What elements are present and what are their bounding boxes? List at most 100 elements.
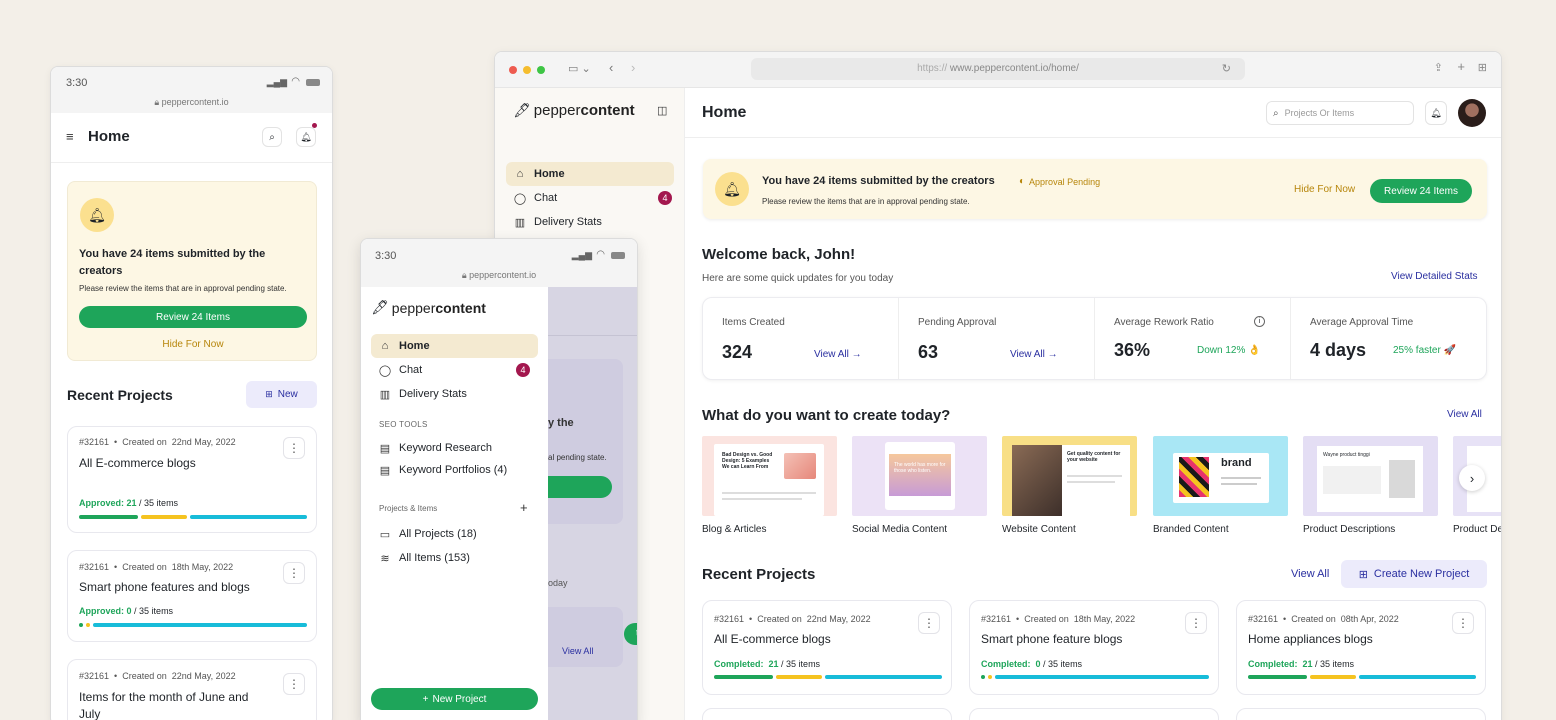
create-new-project-button[interactable]: ⊞ Create New Project — [1341, 560, 1487, 588]
lock-icon: 🔒︎ — [461, 270, 467, 280]
more-options-icon[interactable]: ⋮ — [283, 673, 305, 695]
items-view-all-link[interactable]: View All → — [814, 349, 862, 360]
content-type-blog[interactable]: Bad Design vs. Good Design: 5 Examples W… — [702, 436, 837, 535]
stat-items-created: Items Created 324 View All → — [703, 298, 899, 379]
avatar[interactable] — [1458, 99, 1486, 127]
project-card[interactable] — [702, 708, 952, 720]
recent-view-all-link[interactable]: View All — [1291, 568, 1329, 580]
url-text: peppercontent.io — [161, 97, 229, 107]
folder-icon: ▭ — [379, 528, 391, 541]
add-project-icon[interactable]: + — [520, 500, 528, 515]
new-project-button[interactable]: ⊞ New — [246, 381, 317, 408]
more-options-icon[interactable]: ⋮ — [1185, 612, 1207, 634]
logo: 🖋︎ peppercontent — [371, 299, 486, 316]
close-window-button[interactable] — [509, 66, 517, 74]
project-card[interactable]: #32161 • Created on 08th Apr, 2022 ⋮ Hom… — [1236, 600, 1486, 695]
stats-card: Items Created 324 View All → Pending App… — [702, 297, 1487, 380]
blog-thumb-text: Bad Design vs. Good Design: 5 Examples W… — [722, 452, 773, 470]
banner-subtext: Please review the items that are in appr… — [79, 284, 287, 293]
project-card[interactable] — [1236, 708, 1486, 720]
approval-banner: 🔔︎ You have 24 items submitted by the cr… — [67, 181, 317, 361]
bar-chart-icon: ▥ — [379, 388, 391, 401]
drawer-item-keyword-portfolios[interactable]: ▤ Keyword Portfolios (4) — [371, 459, 538, 481]
drawer-item-all-items[interactable]: ≋ All Items (153) — [371, 546, 538, 570]
drawer-item-delivery-stats[interactable]: ▥ Delivery Stats — [371, 382, 538, 406]
bell-icon[interactable]: 🔔︎ — [1425, 101, 1447, 125]
product-thumb-text: Wayne product tinggi — [1323, 452, 1370, 458]
page-title: Home — [702, 104, 747, 121]
url-bar[interactable]: 🔒︎ peppercontent.io — [361, 270, 637, 281]
more-options-icon[interactable]: ⋮ — [1452, 612, 1474, 634]
review-items-button[interactable]: Review 24 Items — [79, 306, 307, 328]
url-text: peppercontent.io — [469, 270, 537, 280]
more-options-icon[interactable]: ⋮ — [918, 612, 940, 634]
hide-for-now-link[interactable]: Hide For Now — [68, 339, 318, 350]
drawer-item-chat[interactable]: ◯ Chat 4 — [371, 358, 538, 382]
content-type-website[interactable]: Get quality content for your website Web… — [1002, 436, 1137, 535]
nav-drawer: 🖋︎ peppercontent ⌂ Home ◯ Chat 4 ▥ Delivery … — [361, 287, 548, 720]
content-type-social[interactable]: The world has more for those who listen.… — [852, 436, 987, 535]
view-detailed-stats-link[interactable]: View Detailed Stats — [1391, 271, 1478, 282]
bg-text-fragment: al pending state. — [548, 453, 607, 462]
content-type-label: Social Media Content — [852, 524, 948, 535]
project-card[interactable]: #32161 • Created on 22nd May, 2022 ⋮ All… — [67, 426, 317, 533]
project-card[interactable]: #32161 • Created on 18th May, 2022 ⋮ Sma… — [67, 550, 317, 642]
content-type-product[interactable]: Wayne product tinggi Product Description… — [1303, 436, 1438, 535]
folder-plus-icon: ⊞ — [1358, 568, 1368, 581]
address-bar[interactable]: https:// www.peppercontent.io/home/ ↻ — [751, 58, 1245, 80]
search-input[interactable]: ⌕ Projects Or Items — [1266, 101, 1414, 125]
new-project-button[interactable]: + New Project — [371, 688, 538, 710]
project-status: Completed: 21 / 35 items — [1248, 659, 1355, 669]
hide-for-now-link[interactable]: Hide For Now — [1294, 184, 1355, 195]
banner-heading: You have 24 items submitted by the creat… — [762, 175, 995, 187]
sidebar-toggle-icon[interactable]: ▭ ⌄ — [568, 62, 591, 75]
pending-view-all-link[interactable]: View All → — [1010, 349, 1058, 360]
project-card[interactable]: #32161 • Created on 22nd May, 2022 ⋮ All… — [702, 600, 952, 695]
sidebar-item-delivery-stats[interactable]: ▥ Delivery Stats — [506, 210, 674, 234]
sidebar-item-home[interactable]: ⌂ Home — [506, 162, 674, 186]
more-options-icon[interactable]: ⋮ — [283, 562, 305, 584]
review-items-button[interactable]: Review 24 Items — [1370, 179, 1472, 203]
recent-projects-title: Recent Projects — [702, 566, 816, 583]
collapse-sidebar-icon[interactable]: ◫ — [657, 104, 667, 117]
notification-dot — [312, 123, 317, 128]
forward-icon[interactable]: › — [631, 60, 635, 75]
drawer-item-home[interactable]: ⌂ Home — [371, 334, 538, 358]
project-title: Home appliances blogs — [1248, 632, 1373, 646]
drawer-item-all-projects[interactable]: ▭ All Projects (18) — [371, 522, 538, 546]
search-icon: ⌕ — [1273, 107, 1279, 119]
bell-icon[interactable]: 🔔︎ — [296, 127, 316, 147]
minimize-window-button[interactable] — [523, 66, 531, 74]
tab-overview-icon[interactable]: ⊞ — [1478, 61, 1487, 74]
create-heading: What do you want to create today? — [702, 407, 951, 424]
search-icon[interactable]: ⌕ — [262, 127, 282, 147]
drawer-item-keyword-research[interactable]: ▤ Keyword Research — [371, 437, 538, 459]
project-meta: #32161 • Created on 22nd May, 2022 — [79, 437, 236, 447]
project-card[interactable] — [969, 708, 1219, 720]
reload-icon[interactable]: ↻ — [1222, 58, 1231, 80]
carousel-next-button[interactable]: › — [1459, 465, 1485, 491]
projects-items-header: Projects & Items — [379, 504, 438, 513]
sidebar-item-chat[interactable]: ◯ Chat 4 — [506, 186, 674, 210]
project-card[interactable]: #32161 • Created on 22nd May, 2022 ⋮ Ite… — [67, 659, 317, 720]
approval-time-note: 25% faster 🚀 — [1393, 345, 1457, 356]
chat-icon: ◯ — [513, 192, 527, 205]
share-icon[interactable]: ⇪ — [1434, 61, 1443, 74]
progress-bar — [981, 675, 1209, 679]
project-card[interactable]: #32161 • Created on 18th May, 2022 ⋮ Sma… — [969, 600, 1219, 695]
back-icon[interactable]: ‹ — [609, 60, 613, 75]
branded-thumbnail: brand — [1153, 436, 1288, 516]
status-time: 3:30 — [66, 77, 88, 89]
content-type-branded[interactable]: brand Branded Content — [1153, 436, 1288, 535]
chat-icon: ◯ — [378, 364, 392, 377]
content-type-label: Product Descriptions — [1303, 524, 1396, 535]
url-bar[interactable]: 🔒︎ peppercontent.io — [51, 97, 332, 108]
more-options-icon[interactable]: ⋮ — [283, 437, 305, 459]
new-tab-icon[interactable]: + — [1457, 59, 1465, 74]
create-view-all-link[interactable]: View All — [1447, 409, 1482, 420]
info-icon[interactable]: i — [1254, 316, 1265, 327]
blog-thumbnail: Bad Design vs. Good Design: 5 Examples W… — [702, 436, 837, 516]
hamburger-icon[interactable]: ≡ — [66, 129, 74, 144]
content-type-label: Blog & Articles — [702, 524, 767, 535]
maximize-window-button[interactable] — [537, 66, 545, 74]
